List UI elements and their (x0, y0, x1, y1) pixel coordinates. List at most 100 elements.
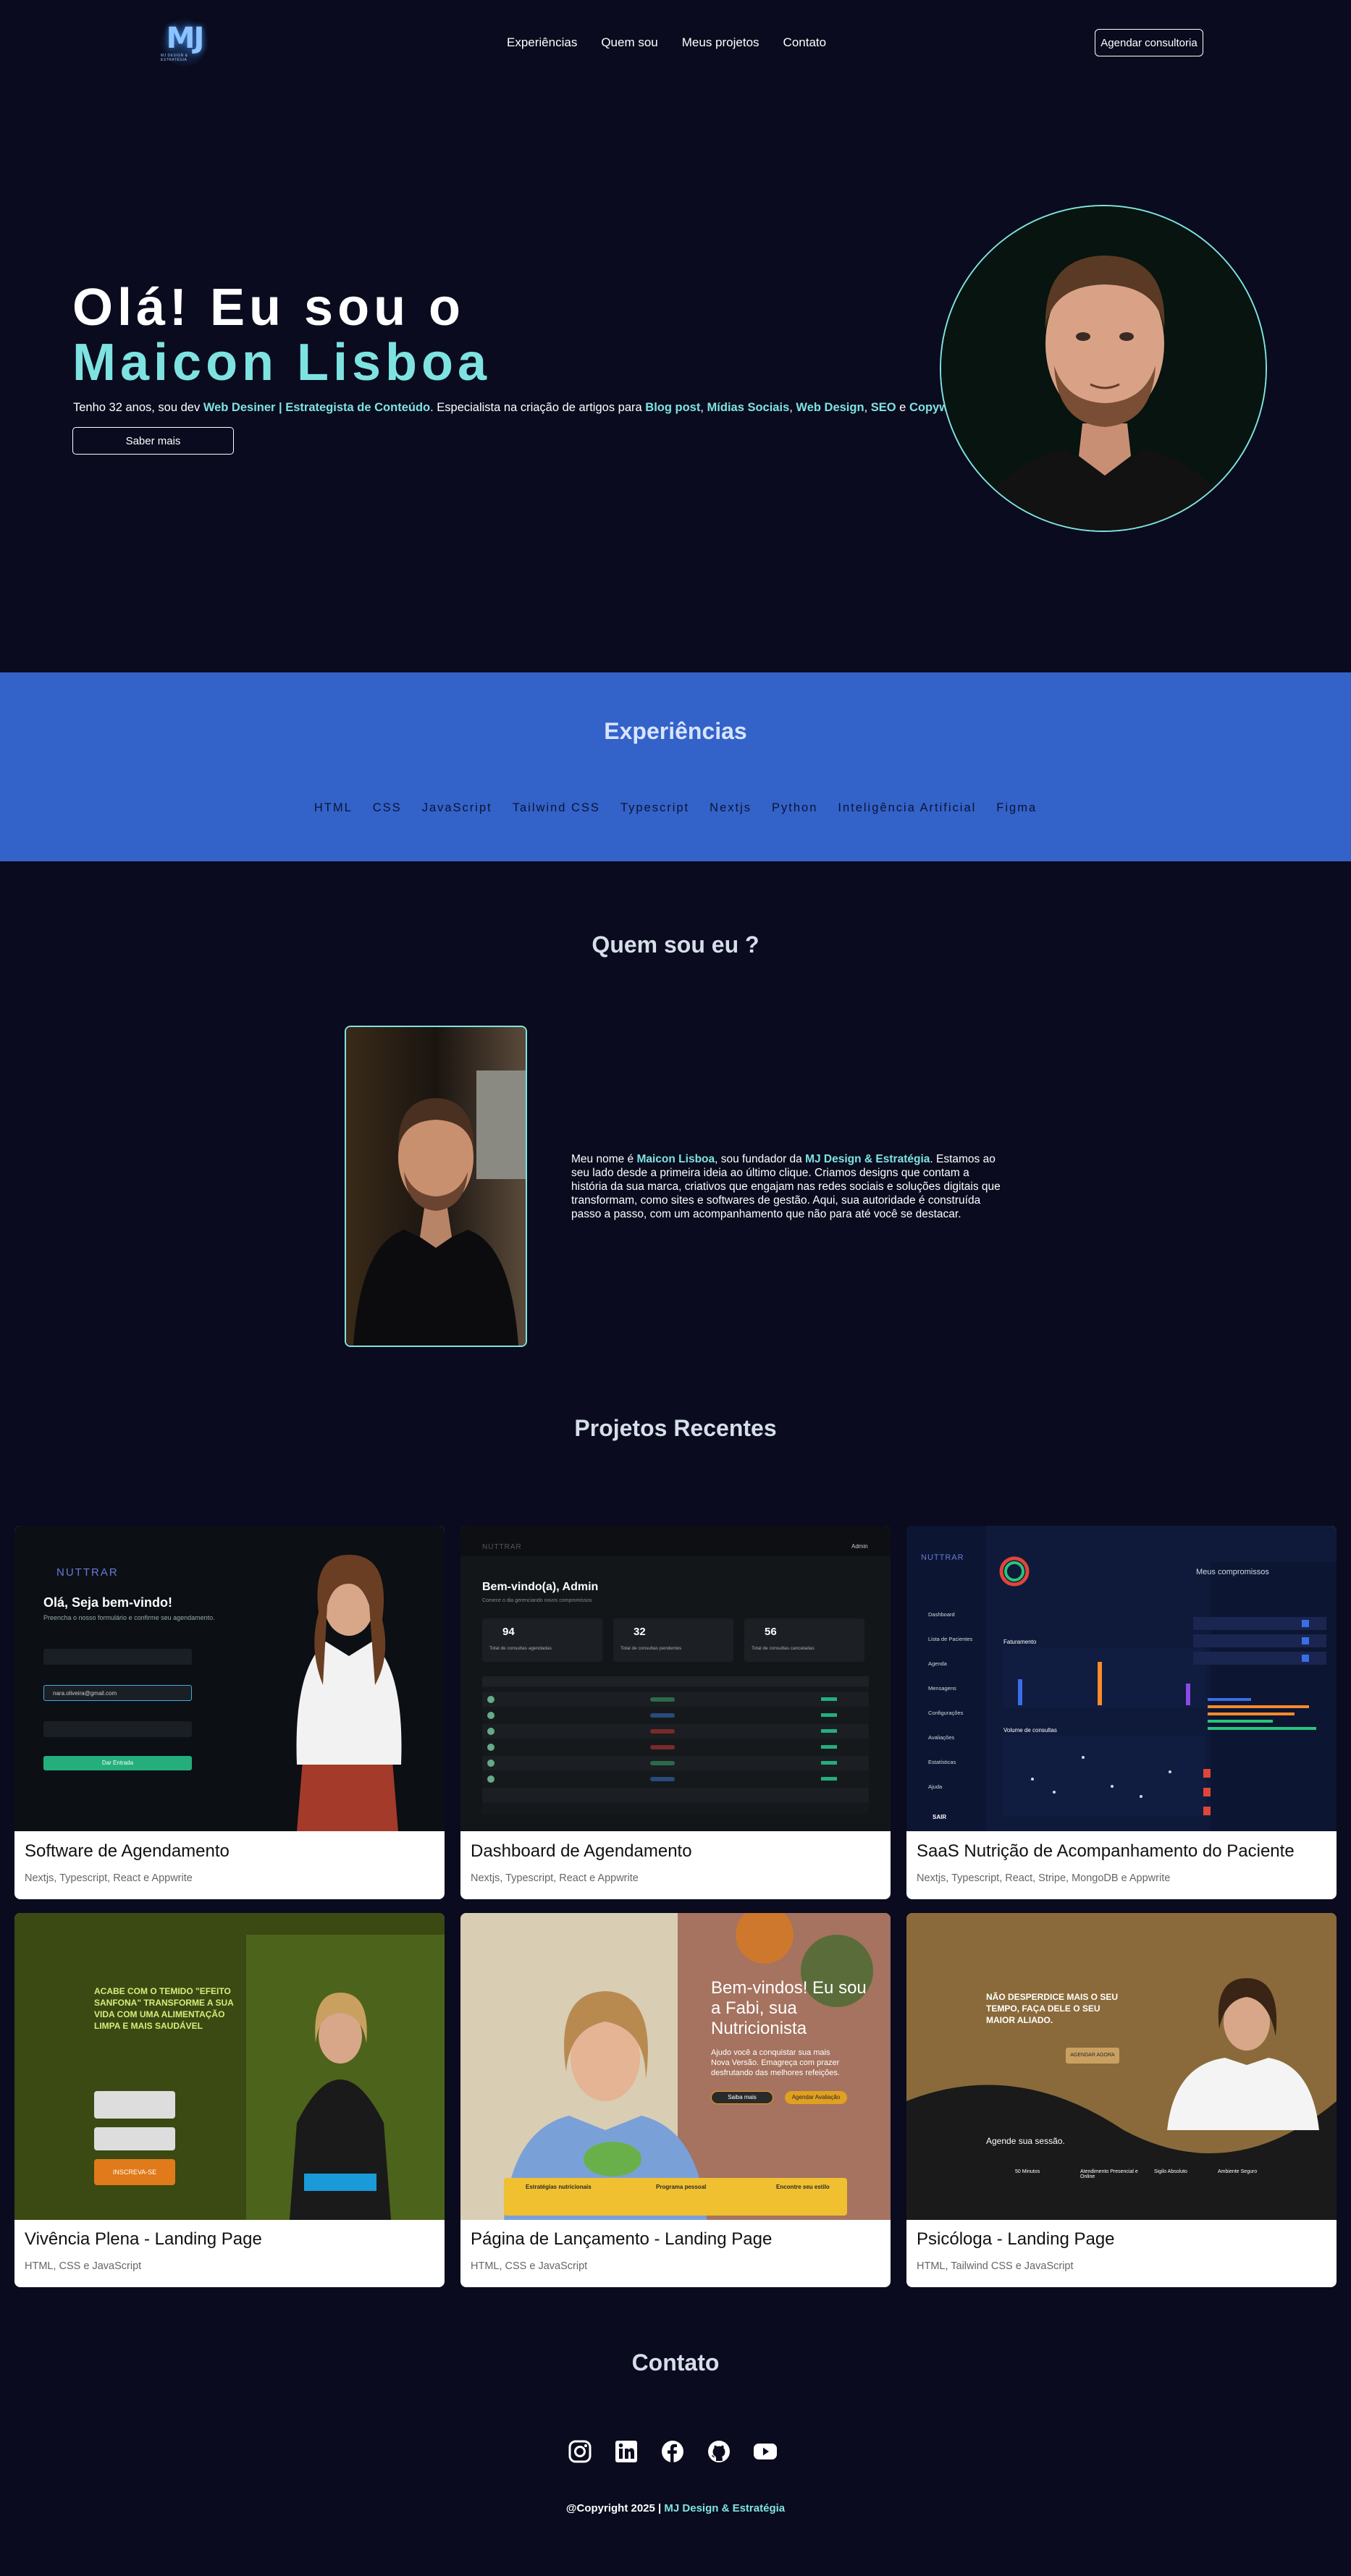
project-title: Psicóloga - Landing Page (917, 2229, 1115, 2249)
facebook-icon[interactable] (660, 2439, 685, 2464)
mock-menu: Dashboard Lista de Pacientes Agenda Mensage… (928, 1611, 973, 1790)
project-title: SaaS Nutrição de Acompanhamento do Pacie… (917, 1841, 1295, 1861)
project-stack: Nextjs, Typescript, React e Appwrite (25, 1872, 193, 1884)
mock-revenue-label: Faturamento (1003, 1639, 1037, 1645)
main-nav: Experiências Quem sou Meus projetos Cont… (507, 35, 826, 50)
mock-feature: Programa pessoal (656, 2184, 707, 2190)
about-photo (345, 1026, 527, 1347)
nav-meus-projetos[interactable]: Meus projetos (682, 35, 759, 50)
mock-bar-chart (1003, 1647, 1206, 1708)
mock-appointment-list (1193, 1617, 1326, 1815)
mock-feature: Encontre seu estilo (776, 2184, 830, 2190)
hero-greeting: Olá! Eu sou o (72, 279, 466, 337)
mock-headline: Bem-vindos! Eu sou a Fabi, sua Nutricion… (711, 1978, 867, 2038)
skill-nextjs: Nextjs (710, 801, 752, 814)
mock-dash-welcome: Bem-vindo(a), Admin (482, 1581, 599, 1593)
project-stack: HTML, CSS e JavaScript (25, 2260, 142, 2272)
mock-logout: SAIR (933, 1814, 947, 1820)
social-links (568, 2439, 778, 2464)
logo[interactable]: MJ MJ DESIGN & ESTRATÉGIA (161, 19, 209, 67)
mock-headline: ACABE COM O TEMIDO "EFEITO SANFONA" TRAN… (94, 1986, 234, 2031)
mock-stat-card: 32 Total de consultas pendentes (613, 1618, 733, 1662)
instagram-icon[interactable] (568, 2439, 592, 2464)
project-card-saas-nutrition[interactable]: NUTTRAR Dashboard Lista de Pacientes Agend… (906, 1526, 1337, 1899)
project-card-launch-page[interactable]: Bem-vindos! Eu sou a Fabi, sua Nutricion… (460, 1913, 891, 2287)
woman-illustration (296, 1555, 402, 1831)
mock-stat-label: Total de consultas agendadas (489, 1646, 552, 1651)
mock-subtitle: Agende sua sessão. (986, 2136, 1065, 2146)
project-title: Dashboard de Agendamento (471, 1841, 692, 1861)
mock-topbar (460, 1526, 891, 1556)
project-thumbnail: ACABE COM O TEMIDO "EFEITO SANFONA" TRAN… (14, 1913, 445, 2220)
mock-stat-card: 56 Total de consultas canceladas (744, 1618, 864, 1662)
mock-info: Atendimento Presencial e Online (1080, 2169, 1138, 2179)
projects-title: Projetos Recentes (574, 1415, 777, 1441)
mock-appointments-title: Meus compromissos (1196, 1568, 1269, 1576)
project-title: Vivência Plena - Landing Page (25, 2229, 262, 2249)
mock-stat-card: 94 Total de consultas agendadas (482, 1618, 602, 1662)
mock-stat-label: Total de consultas canceladas (752, 1646, 815, 1651)
mock-dash-sub: Comece o dia gerenciando novos compromis… (482, 1598, 592, 1603)
mock-email-field: nara.oliveira@gmail.com (43, 1685, 192, 1701)
profile-photo (940, 205, 1267, 532)
project-title: Página de Lançamento - Landing Page (471, 2229, 773, 2249)
mock-stat-value: 56 (765, 1626, 777, 1638)
github-icon[interactable] (707, 2439, 731, 2464)
project-card-scheduling-software[interactable]: NUTTRAR Olá, Seja bem-vindo! Preencha o … (14, 1526, 445, 1899)
hero-name: Maicon Lisboa (72, 334, 492, 392)
project-thumbnail: NUTTRAR Admin Bem-vindo(a), Admin Comece… (460, 1526, 891, 1831)
mock-button: Dar Entrada (43, 1756, 192, 1770)
skills-list: HTML CSS JavaScript Tailwind CSS Typescr… (0, 801, 1351, 815)
mock-button: Agendar Avaliação (785, 2091, 847, 2104)
mock-volume-label: Volume de consultas (1003, 1727, 1057, 1733)
skill-html: HTML (313, 801, 353, 814)
mock-info: Ambiente Seguro (1218, 2169, 1258, 2174)
linkedin-icon[interactable] (614, 2439, 639, 2464)
logo-subtext: MJ DESIGN & ESTRATÉGIA (161, 53, 188, 62)
skill-python: Python (772, 801, 818, 814)
skill-tailwind: Tailwind CSS (512, 801, 600, 814)
about-title: Quem sou eu ? (592, 932, 759, 958)
mock-field (94, 2127, 175, 2150)
mock-button: INSCREVA-SE (94, 2159, 175, 2185)
youtube-icon[interactable] (753, 2439, 778, 2464)
mock-stat-value: 32 (634, 1626, 646, 1638)
project-card-psychologist[interactable]: NÃO DESPERDICE MAIS O SEU TEMPO, FAÇA DE… (906, 1913, 1337, 2287)
mock-logo: NUTTRAR (482, 1543, 522, 1551)
copyright: @Copyright 2025 | MJ Design & Estratégia (565, 2502, 786, 2514)
learn-more-button[interactable]: Saber mais (72, 427, 234, 455)
woman-illustration (246, 1935, 445, 2220)
mock-field (94, 2091, 175, 2119)
mock-button: AGENDAR AGORA (1066, 2048, 1119, 2064)
project-thumbnail: NÃO DESPERDICE MAIS O SEU TEMPO, FAÇA DE… (906, 1913, 1337, 2220)
project-stack: Nextjs, Typescript, React, Stripe, Mongo… (917, 1872, 1171, 1884)
skill-css: CSS (372, 801, 402, 814)
mock-paragraph: Ajudo você a conquistar sua mais Nova Ve… (711, 2048, 840, 2077)
mock-scatter-chart (1003, 1736, 1206, 1817)
mock-stat-label: Total de consultas pendentes (620, 1646, 682, 1651)
project-thumbnail: NUTTRAR Dashboard Lista de Pacientes Agend… (906, 1526, 1337, 1831)
project-title: Software de Agendamento (25, 1841, 230, 1861)
mock-ring-chart (999, 1556, 1030, 1587)
mock-headline: NÃO DESPERDICE MAIS O SEU TEMPO, FAÇA DE… (986, 1992, 1119, 2025)
skill-typescript: Typescript (620, 801, 690, 814)
project-stack: HTML, CSS e JavaScript (471, 2260, 588, 2272)
experiences-section (0, 672, 1351, 861)
mock-logo: NUTTRAR (921, 1553, 964, 1562)
project-card-vivencia-plena[interactable]: ACABE COM O TEMIDO "EFEITO SANFONA" TRAN… (14, 1913, 445, 2287)
nav-experiencias[interactable]: Experiências (507, 35, 577, 50)
project-thumbnail: Bem-vindos! Eu sou a Fabi, sua Nutricion… (460, 1913, 891, 2220)
nav-contato[interactable]: Contato (783, 35, 827, 50)
mock-info: 50 Minutos (1015, 2169, 1040, 2174)
project-card-scheduling-dashboard[interactable]: NUTTRAR Admin Bem-vindo(a), Admin Comece… (460, 1526, 891, 1899)
nav-quem-sou[interactable]: Quem sou (601, 35, 657, 50)
mock-welcome-sub: Preencha o nosso formulário e confirme s… (43, 1614, 215, 1621)
mock-logo: NUTTRAR (56, 1566, 119, 1579)
skill-ai: Inteligência Artificial (838, 801, 977, 814)
mock-field (43, 1649, 192, 1665)
mock-feature: Estratégias nutricionais (526, 2184, 592, 2190)
project-thumbnail: NUTTRAR Olá, Seja bem-vindo! Preencha o … (14, 1526, 445, 1831)
mock-welcome: Olá, Seja bem-vindo! (43, 1595, 173, 1610)
schedule-consulting-button[interactable]: Agendar consultoria (1095, 29, 1203, 56)
skill-figma: Figma (996, 801, 1038, 814)
